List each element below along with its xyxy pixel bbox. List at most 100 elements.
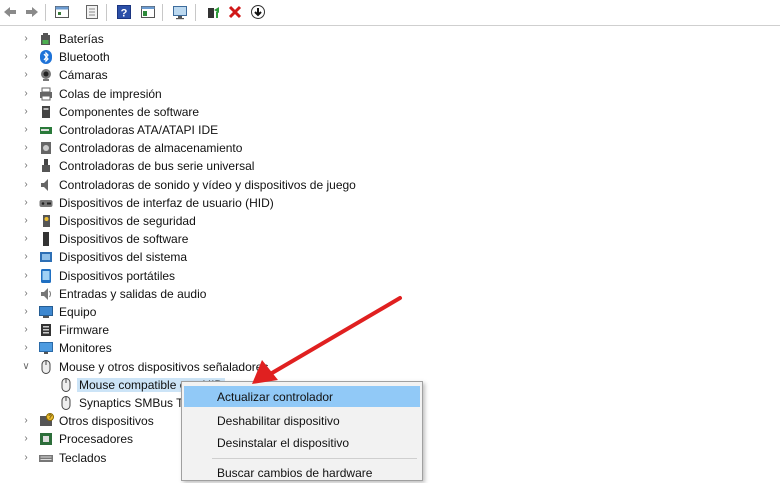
chevron-right-icon[interactable]: › [21,251,31,263]
tree-item[interactable]: › Cámaras [0,66,470,84]
chevron-right-icon[interactable]: › [21,88,31,100]
tree-item[interactable]: › Dispositivos de interfaz de usuario (HI… [0,194,470,212]
monitor-icon [38,340,54,356]
tree-item[interactable]: › Dispositivos del sistema [0,248,470,266]
chevron-right-icon[interactable]: › [21,33,31,45]
tree-item[interactable]: › Dispositivos portátiles [0,267,470,285]
menu-item-label: Actualizar controlador [217,390,334,404]
audio-icon [38,286,54,302]
tree-item-label: Dispositivos del sistema [59,250,188,264]
tree-item-label: Mouse y otros dispositivos señaladores [59,360,269,374]
properties-icon[interactable] [52,2,72,22]
tree-item[interactable]: › Controladoras ATA/ATAPI IDE [0,121,470,139]
tree-item[interactable]: › Firmware [0,321,470,339]
tree-item-label: Dispositivos de interfaz de usuario (HID… [59,196,274,210]
chevron-right-icon[interactable]: › [21,415,31,427]
help-icon[interactable]: ? [114,2,134,22]
chevron-right-icon[interactable]: › [21,51,31,63]
tree-item-label: Firmware [59,323,109,337]
tree-item[interactable]: › Dispositivos de software [0,230,470,248]
tree-item[interactable]: › Controladoras de sonido y vídeo y dispo… [0,176,470,194]
printer-icon [38,86,54,102]
chevron-right-icon[interactable]: › [21,433,31,445]
svg-text:?: ? [121,8,128,20]
menu-item-buscar-cambios-hardware[interactable]: Buscar cambios de hardware [184,462,420,483]
toolbar-separator [195,4,196,21]
chevron-right-icon[interactable]: › [21,179,31,191]
chevron-right-icon[interactable]: › [21,306,31,318]
tree-item[interactable]: › Equipo [0,303,470,321]
toolbar-separator [106,4,107,21]
tree-item[interactable]: › Baterías [0,30,470,48]
view-icon[interactable] [138,2,158,22]
chevron-down-icon[interactable]: ∨ [21,361,31,373]
menu-item-actualizar-controlador[interactable]: Actualizar controlador [184,386,420,407]
tree-item[interactable]: › Colas de impresión [0,85,470,103]
chevron-right-icon[interactable]: › [21,197,31,209]
monitor-icon[interactable] [170,2,190,22]
menu-item-label: Buscar cambios de hardware [217,466,373,480]
back-icon[interactable] [0,2,20,22]
tree-item-label: Procesadores [59,432,134,446]
computer-icon [38,304,54,320]
tree-item-label: Controladoras de sonido y vídeo y dispos… [59,178,356,192]
tree-item-label: Entradas y salidas de audio [59,287,207,301]
hid-icon [38,195,54,211]
bluetooth-icon [38,49,54,65]
uninstall-icon[interactable] [225,2,245,22]
tree-item[interactable]: › Bluetooth [0,48,470,66]
battery-icon [38,31,54,47]
unknown-device-icon: ? [38,413,54,429]
chevron-right-icon[interactable]: › [21,233,31,245]
tree-item-label: Colas de impresión [59,87,162,101]
tree-item-label: Cámaras [59,68,108,82]
software-component-icon [38,104,54,120]
chevron-right-icon[interactable]: › [21,215,31,227]
chevron-right-icon[interactable]: › [21,160,31,172]
tree-item-label: Otros dispositivos [59,414,154,428]
tree-item-label: Dispositivos de software [59,232,189,246]
forward-icon[interactable] [22,2,42,22]
menu-item-desinstalar-dispositivo[interactable]: Desinstalar el dispositivo [184,432,420,453]
mouse-icon [58,395,74,411]
tree-item[interactable]: › Dispositivos de seguridad [0,212,470,230]
toolbar: ? [0,0,780,26]
tree-item[interactable]: › Controladoras de bus serie universal [0,157,470,175]
tree-item[interactable]: › Monitores [0,339,470,357]
chevron-right-icon[interactable]: › [21,452,31,464]
menu-item-label: Desinstalar el dispositivo [217,436,350,450]
scan-icon[interactable] [82,2,102,22]
chevron-right-icon[interactable]: › [21,142,31,154]
tree-item[interactable]: › Componentes de software [0,103,470,121]
menu-item-label: Deshabilitar dispositivo [217,414,340,428]
chevron-right-icon[interactable]: › [21,270,31,282]
portable-device-icon [38,268,54,284]
security-icon [38,213,54,229]
update-driver-icon[interactable] [203,2,223,22]
usb-icon [38,158,54,174]
mouse-icon [58,377,74,393]
tree-item[interactable]: › Entradas y salidas de audio [0,285,470,303]
software-device-icon [38,231,54,247]
download-icon[interactable] [248,2,268,22]
chevron-right-icon[interactable]: › [21,324,31,336]
storage-controller-icon [38,140,54,156]
chevron-right-icon[interactable]: › [21,106,31,118]
tree-item-label: Controladoras ATA/ATAPI IDE [59,123,219,137]
chevron-right-icon[interactable]: › [21,124,31,136]
tree-item[interactable]: ∨ Mouse y otros dispositivos señaladores [0,358,470,376]
chevron-right-icon[interactable]: › [21,69,31,81]
tree-item[interactable]: › Controladoras de almacenamiento [0,139,470,157]
tree-item-label: Dispositivos portátiles [59,269,176,283]
tree-item-label: Teclados [59,451,107,465]
tree-item-label: Componentes de software [59,105,200,119]
chevron-right-icon[interactable]: › [21,288,31,300]
menu-item-deshabilitar-dispositivo[interactable]: Deshabilitar dispositivo [184,410,420,431]
chevron-right-icon[interactable]: › [21,342,31,354]
system-device-icon [38,249,54,265]
menu-separator [212,458,417,459]
keyboard-icon [38,450,54,466]
tree-item-label: Bluetooth [59,50,110,64]
tree-item-label: Monitores [59,341,112,355]
camera-icon [38,67,54,83]
